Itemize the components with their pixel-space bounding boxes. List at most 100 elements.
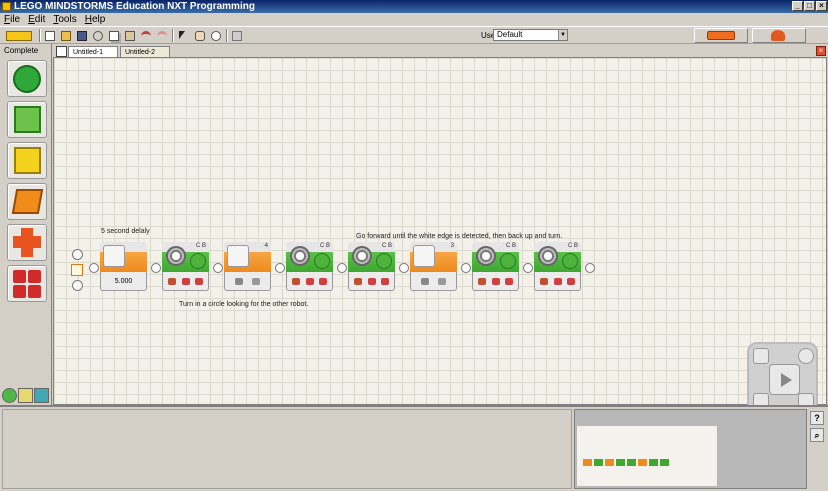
- block-port-label: 3: [450, 243, 454, 249]
- block-hub: [534, 272, 581, 291]
- custom-palette-tab[interactable]: [34, 388, 49, 403]
- bottom-panel: ? ⌕: [0, 405, 828, 491]
- wire-port[interactable]: [213, 263, 223, 273]
- cut-icon[interactable]: [91, 29, 105, 42]
- menu-tools[interactable]: Tools: [53, 13, 76, 26]
- configuration-panel: [2, 409, 572, 489]
- mini-block: [660, 459, 669, 466]
- hub-plug-icon: [491, 277, 500, 285]
- menu-file[interactable]: File: [4, 13, 20, 26]
- program-workspace: Untitled-1 Untitled-2 × 5 second delaly …: [53, 44, 828, 413]
- wait-ultrasonic-icon: [227, 245, 249, 267]
- hub-plug-icon: [367, 277, 376, 285]
- common-palette-button[interactable]: [7, 60, 47, 97]
- motor-hub-icon: [500, 253, 516, 269]
- block-move[interactable]: C B: [348, 242, 395, 291]
- maximize-button[interactable]: □: [804, 1, 815, 11]
- zoom-icon[interactable]: ⌕: [810, 428, 824, 442]
- hub-plug-icon: [292, 277, 301, 285]
- nxt-brick-icon: [707, 31, 735, 40]
- sequence-beam-port[interactable]: [72, 249, 83, 260]
- nxt-controller-button[interactable]: [694, 28, 748, 43]
- motor-hub-icon: [562, 253, 578, 269]
- robot-head-icon: [771, 30, 785, 41]
- tab-untitled-1[interactable]: Untitled-1: [68, 46, 118, 57]
- close-tab-icon[interactable]: ×: [816, 46, 826, 56]
- block-move[interactable]: C B: [286, 242, 333, 291]
- action-palette-button[interactable]: [7, 101, 47, 138]
- wire-port[interactable]: [523, 263, 533, 273]
- download-and-run-button[interactable]: [769, 364, 800, 395]
- save-icon[interactable]: [75, 29, 89, 42]
- pointer-tool-icon[interactable]: [177, 29, 191, 42]
- common-palette-tab[interactable]: [2, 388, 17, 403]
- wire-port[interactable]: [585, 263, 595, 273]
- comment-forward[interactable]: Go forward until the white edge is detec…: [356, 233, 562, 240]
- hub-plug-icon: [194, 277, 203, 285]
- menu-edit[interactable]: Edit: [28, 13, 45, 26]
- block-hub: [162, 272, 209, 291]
- copy-icon[interactable]: [107, 29, 121, 42]
- start-point[interactable]: [71, 264, 83, 276]
- block-port-label: C B: [195, 243, 206, 249]
- block-port-label: C B: [567, 243, 578, 249]
- block-move[interactable]: C B: [472, 242, 519, 291]
- new-file-icon[interactable]: [43, 29, 57, 42]
- hub-plug-icon: [553, 277, 562, 285]
- program-canvas[interactable]: 5 second delaly Go forward until the whi…: [53, 57, 827, 413]
- block-hub: 5.000: [100, 272, 147, 291]
- window-controls: _ □ ×: [792, 1, 827, 11]
- tab-untitled-2[interactable]: Untitled-2: [120, 46, 170, 57]
- help-icon[interactable]: ?: [810, 411, 824, 425]
- user-profile-select[interactable]: Default ▼: [493, 29, 568, 41]
- chevron-down-icon: ▼: [558, 30, 567, 40]
- flow-palette-button[interactable]: [7, 183, 47, 220]
- sequence-beam-port[interactable]: [72, 280, 83, 291]
- block-hub: [410, 272, 457, 291]
- hub-plug-icon: [504, 277, 513, 285]
- robo-center-button[interactable]: [4, 29, 36, 42]
- wire-port[interactable]: [275, 263, 285, 273]
- download-run-selected-button[interactable]: [798, 348, 814, 364]
- advanced-grid-icon: [13, 270, 26, 283]
- block-wait-light[interactable]: 3: [410, 242, 457, 291]
- data-palette-button[interactable]: [7, 224, 47, 261]
- paste-icon[interactable]: [123, 29, 137, 42]
- tab-list-icon[interactable]: [56, 46, 67, 57]
- comment-wait[interactable]: 5 second delaly: [101, 228, 150, 235]
- menu-help[interactable]: Help: [85, 13, 106, 26]
- minimize-button[interactable]: _: [792, 1, 803, 11]
- sensor-palette-button[interactable]: [7, 142, 47, 179]
- mini-block: [638, 459, 647, 466]
- undo-icon[interactable]: [139, 29, 153, 42]
- map-thumbnail: [577, 426, 717, 486]
- navigation-map[interactable]: [574, 409, 807, 489]
- wire-port[interactable]: [461, 263, 471, 273]
- block-hub: [472, 272, 519, 291]
- complete-palette-tab[interactable]: [18, 388, 33, 403]
- block-wait-time[interactable]: 5.000: [100, 242, 147, 291]
- hub-plug-icon: [438, 277, 447, 285]
- wire-port[interactable]: [399, 263, 409, 273]
- block-port-label: C B: [381, 243, 392, 249]
- wire-port[interactable]: [151, 263, 161, 273]
- wire-port[interactable]: [89, 263, 99, 273]
- block-wait-ultrasonic[interactable]: 4: [224, 242, 271, 291]
- block-move[interactable]: C B: [162, 242, 209, 291]
- block-palette: Complete: [0, 44, 52, 405]
- robot-educator-button[interactable]: [752, 28, 806, 43]
- block-move[interactable]: C B: [534, 242, 581, 291]
- custom-palette-icon[interactable]: [230, 29, 244, 42]
- pan-tool-icon[interactable]: [193, 29, 207, 42]
- close-button[interactable]: ×: [816, 1, 827, 11]
- hub-plug-icon: [380, 277, 389, 285]
- toolbar-separator: [226, 29, 228, 42]
- advanced-palette-button[interactable]: [7, 265, 47, 302]
- play-icon: [781, 373, 792, 387]
- open-folder-icon[interactable]: [59, 29, 73, 42]
- redo-icon[interactable]: [155, 29, 169, 42]
- comment-tool-icon[interactable]: [209, 29, 223, 42]
- wire-port[interactable]: [337, 263, 347, 273]
- nxt-window-button[interactable]: [753, 348, 769, 364]
- comment-turn[interactable]: Turn in a circle looking for the other r…: [179, 301, 308, 308]
